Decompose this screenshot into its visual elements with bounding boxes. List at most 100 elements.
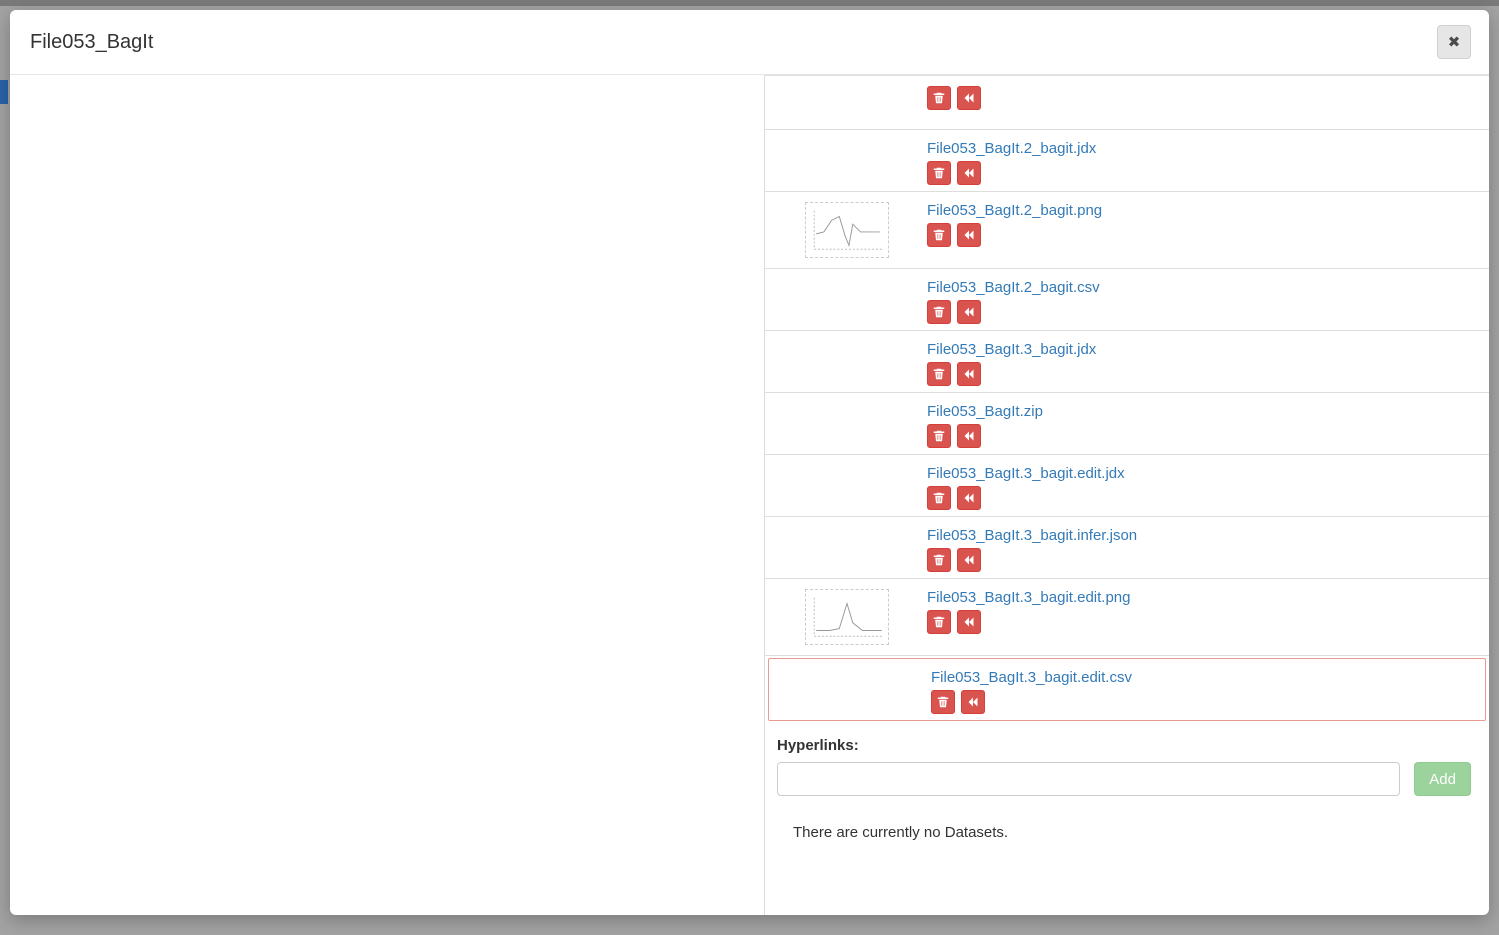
file-row: File053_BagIt.3_bagit.edit.csv bbox=[768, 658, 1486, 721]
rewind-button[interactable] bbox=[957, 161, 981, 185]
file-thumbnail bbox=[805, 202, 889, 258]
rewind-button[interactable] bbox=[957, 486, 981, 510]
file-action-row bbox=[927, 300, 1477, 324]
rewind-icon bbox=[963, 616, 975, 628]
trash-icon bbox=[937, 696, 949, 708]
file-action-row bbox=[927, 362, 1477, 386]
file-link[interactable]: File053_BagIt.2_bagit.csv bbox=[927, 279, 1100, 296]
file-row: File053_BagIt.2_bagit.jdx bbox=[765, 130, 1489, 192]
delete-button[interactable] bbox=[927, 610, 951, 634]
hyperlink-add-button[interactable]: Add bbox=[1414, 762, 1471, 796]
trash-icon bbox=[933, 167, 945, 179]
rewind-button[interactable] bbox=[957, 300, 981, 324]
datasets-empty-message: There are currently no Datasets. bbox=[765, 796, 1489, 861]
file-action-row bbox=[927, 486, 1477, 510]
file-link[interactable]: File053_BagIt.3_bagit.edit.png bbox=[927, 589, 1131, 606]
file-link[interactable]: File053_BagIt.2_bagit.jdx bbox=[927, 140, 1096, 157]
trash-icon bbox=[933, 92, 945, 104]
file-link[interactable]: File053_BagIt.3_bagit.edit.csv bbox=[931, 669, 1132, 686]
trash-icon bbox=[933, 430, 945, 442]
rewind-button[interactable] bbox=[961, 690, 985, 714]
file-row: File053_BagIt.3_bagit.edit.jdx bbox=[765, 455, 1489, 517]
file-meta: File053_BagIt.2_bagit.png bbox=[927, 198, 1477, 247]
delete-button[interactable] bbox=[931, 690, 955, 714]
hyperlinks-row: Add bbox=[777, 762, 1471, 796]
file-meta: File053_BagIt.3_bagit.jdx bbox=[927, 337, 1477, 386]
file-action-row bbox=[927, 161, 1477, 185]
trash-icon bbox=[933, 368, 945, 380]
modal-body: File053_BagIt.2_bagit.jdx File053_BagIt.2… bbox=[10, 75, 1489, 915]
hyperlinks-label: Hyperlinks: bbox=[777, 737, 1471, 754]
file-link[interactable]: File053_BagIt.3_bagit.jdx bbox=[927, 341, 1096, 358]
rewind-icon bbox=[963, 92, 975, 104]
rewind-button[interactable] bbox=[957, 362, 981, 386]
delete-button[interactable] bbox=[927, 161, 951, 185]
file-meta: File053_BagIt.2_bagit.jdx bbox=[927, 136, 1477, 185]
file-thumbnail-slot bbox=[777, 585, 917, 649]
rewind-button[interactable] bbox=[957, 610, 981, 634]
delete-button[interactable] bbox=[927, 424, 951, 448]
file-link[interactable]: File053_BagIt.2_bagit.png bbox=[927, 202, 1102, 219]
file-meta bbox=[927, 82, 1477, 110]
file-thumbnail bbox=[805, 589, 889, 645]
close-button[interactable]: ✖ bbox=[1437, 25, 1471, 59]
modal-header: File053_BagIt ✖ bbox=[10, 10, 1489, 75]
trash-icon bbox=[933, 554, 945, 566]
file-action-row bbox=[927, 223, 1477, 247]
file-meta: File053_BagIt.3_bagit.edit.png bbox=[927, 585, 1477, 634]
trash-icon bbox=[933, 616, 945, 628]
file-list: File053_BagIt.2_bagit.jdx File053_BagIt.2… bbox=[765, 75, 1489, 721]
rewind-icon bbox=[963, 167, 975, 179]
file-meta: File053_BagIt.zip bbox=[927, 399, 1477, 448]
file-link[interactable]: File053_BagIt.zip bbox=[927, 403, 1043, 420]
file-row bbox=[765, 76, 1489, 130]
file-meta: File053_BagIt.2_bagit.csv bbox=[927, 275, 1477, 324]
rewind-icon bbox=[963, 554, 975, 566]
file-action-row bbox=[931, 690, 1473, 714]
modal-title: File053_BagIt bbox=[30, 31, 153, 54]
rewind-button[interactable] bbox=[957, 424, 981, 448]
rewind-button[interactable] bbox=[957, 86, 981, 110]
trash-icon bbox=[933, 229, 945, 241]
rewind-icon bbox=[963, 306, 975, 318]
file-action-row bbox=[927, 424, 1477, 448]
file-link[interactable]: File053_BagIt.3_bagit.edit.jdx bbox=[927, 465, 1125, 482]
file-row: File053_BagIt.3_bagit.infer.json bbox=[765, 517, 1489, 579]
file-action-row bbox=[927, 610, 1477, 634]
file-row: File053_BagIt.2_bagit.png bbox=[765, 192, 1489, 269]
trash-icon bbox=[933, 306, 945, 318]
rewind-icon bbox=[967, 696, 979, 708]
right-pane[interactable]: File053_BagIt.2_bagit.jdx File053_BagIt.2… bbox=[765, 75, 1489, 915]
hyperlink-input[interactable] bbox=[777, 762, 1400, 796]
bg-sidebar-fragment bbox=[0, 80, 8, 104]
rewind-button[interactable] bbox=[957, 548, 981, 572]
file-action-row bbox=[927, 548, 1477, 572]
bg-toolbar bbox=[0, 0, 1499, 6]
trash-icon bbox=[933, 492, 945, 504]
file-action-row bbox=[927, 86, 1477, 110]
file-thumbnail-slot bbox=[777, 198, 917, 262]
file-meta: File053_BagIt.3_bagit.infer.json bbox=[927, 523, 1477, 572]
delete-button[interactable] bbox=[927, 223, 951, 247]
modal-dialog: File053_BagIt ✖ File053_BagIt.2_bagit.jd… bbox=[10, 10, 1489, 915]
hyperlinks-section: Hyperlinks: Add bbox=[765, 723, 1489, 796]
delete-button[interactable] bbox=[927, 548, 951, 572]
file-row: File053_BagIt.3_bagit.jdx bbox=[765, 331, 1489, 393]
left-pane bbox=[10, 75, 765, 915]
delete-button[interactable] bbox=[927, 300, 951, 324]
file-row: File053_BagIt.3_bagit.edit.png bbox=[765, 579, 1489, 656]
file-link[interactable]: File053_BagIt.3_bagit.infer.json bbox=[927, 527, 1137, 544]
delete-button[interactable] bbox=[927, 362, 951, 386]
rewind-button[interactable] bbox=[957, 223, 981, 247]
close-icon: ✖ bbox=[1448, 33, 1461, 51]
rewind-icon bbox=[963, 229, 975, 241]
rewind-icon bbox=[963, 430, 975, 442]
delete-button[interactable] bbox=[927, 486, 951, 510]
file-meta: File053_BagIt.3_bagit.edit.csv bbox=[931, 665, 1473, 714]
rewind-icon bbox=[963, 368, 975, 380]
file-row: File053_BagIt.2_bagit.csv bbox=[765, 269, 1489, 331]
file-row: File053_BagIt.zip bbox=[765, 393, 1489, 455]
rewind-icon bbox=[963, 492, 975, 504]
file-meta: File053_BagIt.3_bagit.edit.jdx bbox=[927, 461, 1477, 510]
delete-button[interactable] bbox=[927, 86, 951, 110]
